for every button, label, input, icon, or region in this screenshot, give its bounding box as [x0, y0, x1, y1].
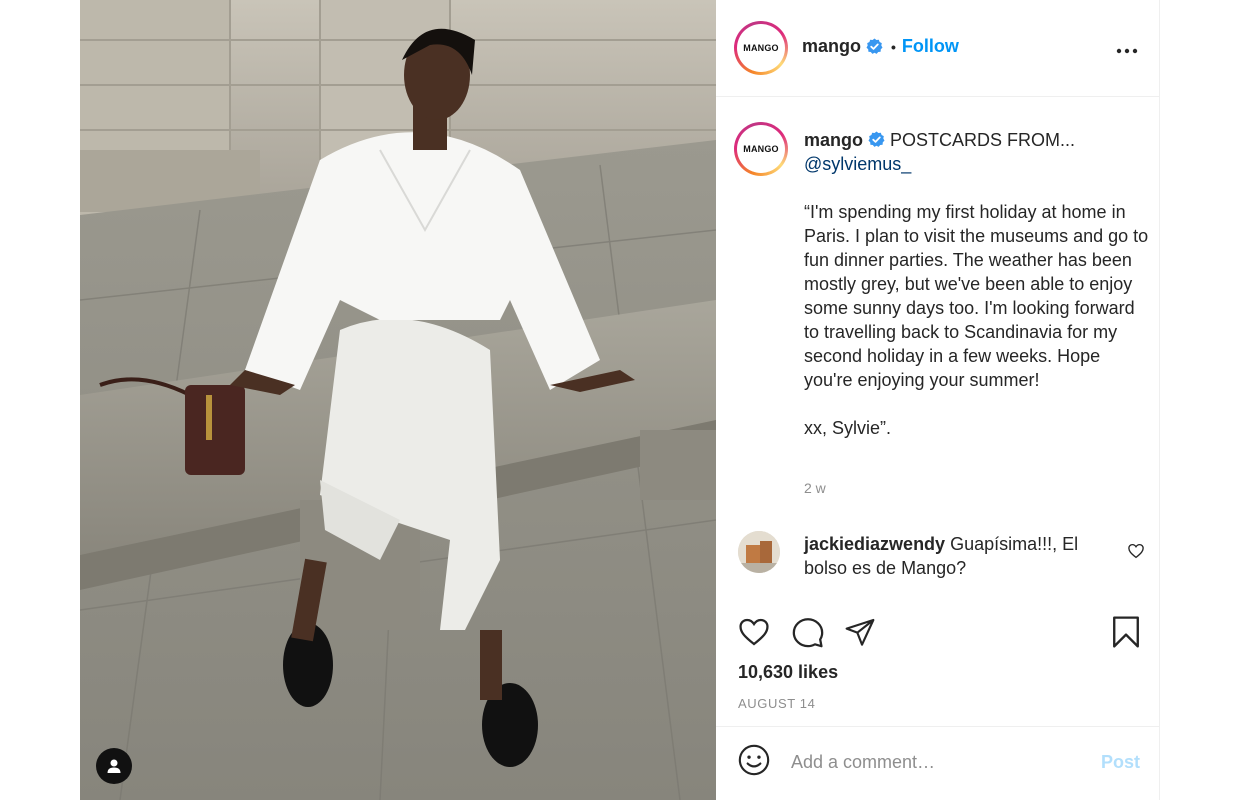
post-sidebar: MANGO mango • Follow MANGO mango POSTCAR… [716, 0, 1160, 800]
separator-dot: • [891, 38, 896, 55]
comment-input[interactable] [791, 748, 1081, 776]
caption-text: “I'm spending my first holiday at home i… [804, 202, 1149, 438]
post-actions: 10,630 likes AUGUST 14 [716, 601, 1160, 727]
verified-badge-icon [866, 38, 883, 55]
caption-timestamp[interactable]: 2 w [804, 480, 826, 496]
follow-button[interactable]: Follow [902, 36, 959, 57]
more-options-icon [1116, 41, 1138, 59]
comment-item: jackiediazwendy Guapísima!!!, El bolso e… [804, 532, 1104, 580]
avatar-logo: MANGO [737, 125, 785, 173]
user-tag-icon [106, 758, 122, 774]
photo-illustration [80, 0, 716, 800]
more-options-button[interactable] [1115, 38, 1139, 62]
likes-count[interactable]: 10,630 likes [738, 662, 838, 683]
heart-icon [737, 615, 771, 654]
comment-username[interactable]: jackiediazwendy [804, 534, 945, 554]
post-photo[interactable] [80, 0, 716, 800]
caption-title: POSTCARDS FROM... [890, 130, 1076, 150]
share-button[interactable] [842, 616, 878, 652]
caption-avatar[interactable]: MANGO [734, 122, 788, 176]
post-header: MANGO mango • Follow [716, 0, 1159, 97]
avatar-logo: MANGO [737, 24, 785, 72]
post-comment-button[interactable]: Post [1101, 752, 1140, 773]
account-username[interactable]: mango [802, 36, 861, 57]
comment-button[interactable] [790, 616, 826, 652]
emoji-smile-icon [737, 743, 771, 782]
post-date[interactable]: AUGUST 14 [738, 696, 815, 711]
caption-mention[interactable]: @sylviemus_ [804, 154, 911, 174]
caption-username[interactable]: mango [804, 130, 863, 150]
paper-plane-icon [844, 616, 876, 653]
comment-composer: Post [716, 728, 1160, 800]
emoji-button[interactable] [736, 744, 772, 780]
account-avatar[interactable]: MANGO [734, 21, 788, 75]
caption-header: mango POSTCARDS FROM... @sylviemus_ [804, 128, 1149, 176]
comment-like-button[interactable] [1127, 542, 1145, 560]
bookmark-icon [1110, 615, 1142, 654]
commenter-avatar[interactable] [738, 531, 780, 573]
user-tag-button[interactable] [96, 748, 132, 784]
verified-badge-icon [868, 130, 885, 147]
like-button[interactable] [736, 616, 772, 652]
heart-icon [1127, 543, 1145, 564]
comment-bubble-icon [791, 615, 825, 654]
save-button[interactable] [1108, 615, 1144, 654]
